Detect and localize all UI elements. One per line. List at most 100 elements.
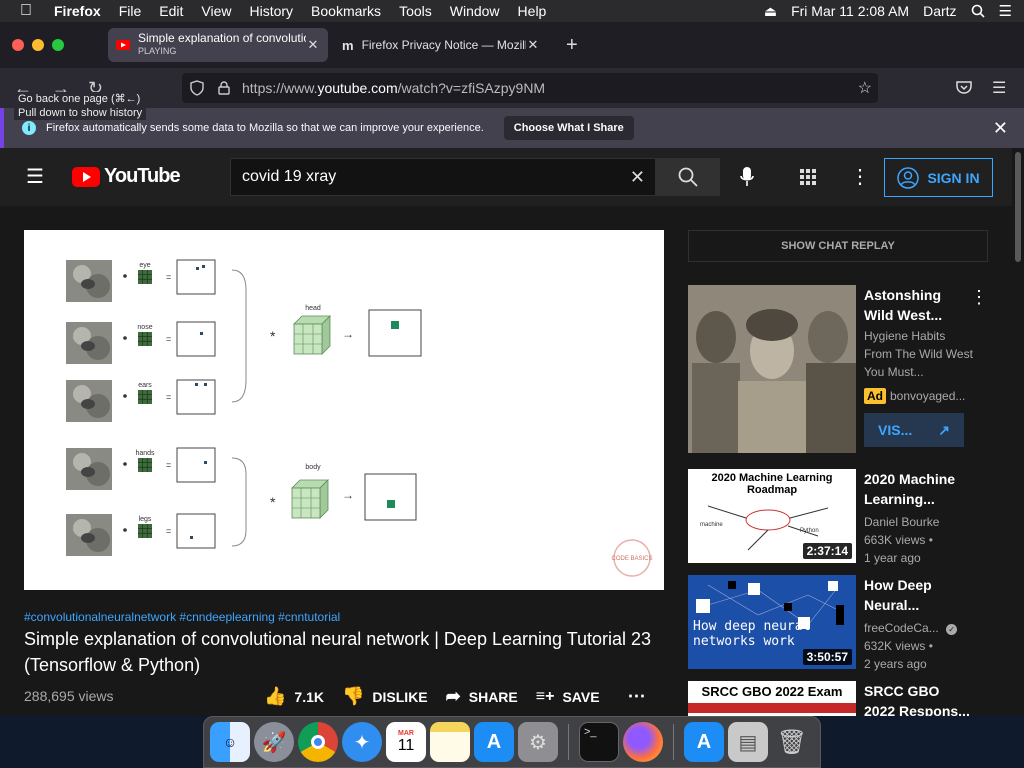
close-notification-icon[interactable]: ✕ <box>993 118 1008 139</box>
terminal-icon[interactable]: >_ <box>579 722 619 762</box>
rec-channel[interactable]: Daniel Bourke <box>864 513 974 531</box>
tab-youtube[interactable]: Simple explanation of convolutio PLAYING … <box>108 28 328 62</box>
search-input[interactable]: covid 19 xray ✕ <box>230 158 656 196</box>
equals-sign: = <box>166 460 171 470</box>
menu-edit[interactable]: Edit <box>159 3 183 19</box>
rec-thumbnail[interactable]: 2020 Machine Learning Roadmap machine Pyt… <box>688 469 856 563</box>
menubar-clock[interactable]: Fri Mar 11 2:08 AM <box>791 3 909 19</box>
apps-grid-icon[interactable] <box>800 169 816 185</box>
share-icon: ➦ <box>445 686 461 706</box>
search-query: covid 19 xray <box>242 168 337 185</box>
rec-more-icon[interactable]: ⋮ <box>970 287 988 308</box>
watermark-text: CODE BASICS <box>611 556 652 562</box>
trash-icon[interactable]: 🗑 <box>772 722 812 762</box>
visit-site-button[interactable]: VIS... ↗ <box>864 413 964 447</box>
svg-text:Python: Python <box>800 528 819 534</box>
recommendation-item[interactable]: 2020 Machine Learning Roadmap machine Pyt… <box>688 469 988 565</box>
close-tab-icon[interactable]: ✕ <box>526 37 540 53</box>
spotlight-search-icon[interactable] <box>971 4 985 18</box>
video-player[interactable]: eye = nose = ears = * head → hands = leg… <box>24 230 664 590</box>
zoom-window-button[interactable] <box>52 39 64 51</box>
eject-icon[interactable]: ⏏ <box>764 3 777 20</box>
tab-playing-status: PLAYING <box>138 46 177 56</box>
safari-icon[interactable]: ✦ <box>342 722 382 762</box>
menu-bookmarks[interactable]: Bookmarks <box>311 3 381 19</box>
minimize-window-button[interactable] <box>32 39 44 51</box>
choose-what-i-share-button[interactable]: Choose What I Share <box>503 116 634 140</box>
tab-bar: Simple explanation of convolutio PLAYING … <box>0 22 1024 68</box>
save-button[interactable]: ≡+ SAVE <box>536 688 600 706</box>
recommendation-item[interactable]: SRCC GBO 2022 Exam SRCC GBO 2022 Respons… <box>688 681 988 716</box>
control-center-icon[interactable]: ☰ <box>999 2 1012 20</box>
logo-text: YouTube <box>104 165 181 187</box>
search-button[interactable] <box>656 158 720 196</box>
tooltip-line: Pull down to show history <box>18 107 143 119</box>
rec-info: SRCC GBO 2022 Respons... <box>864 681 974 716</box>
app-store-icon[interactable]: A <box>474 722 514 762</box>
close-window-button[interactable] <box>12 39 24 51</box>
app-menu-icon[interactable]: ☰ <box>992 78 1006 98</box>
chrome-icon[interactable] <box>298 722 338 762</box>
clear-search-icon[interactable]: ✕ <box>630 167 645 188</box>
hamburger-menu-icon[interactable]: ☰ <box>26 164 44 189</box>
head-output-map <box>368 309 422 357</box>
lock-icon[interactable] <box>218 81 230 95</box>
menu-app-name[interactable]: Firefox <box>54 3 101 19</box>
youtube-logo[interactable]: YouTube <box>72 165 181 188</box>
dislike-button[interactable]: 👎 DISLIKE <box>342 686 428 707</box>
more-actions-icon[interactable]: ⋯ <box>628 686 646 707</box>
rec-thumbnail[interactable]: How deep neural networks work 3:50:57 <box>688 575 856 669</box>
rec-age: 1 year ago <box>864 551 921 565</box>
menu-window[interactable]: Window <box>450 3 500 19</box>
body-activation <box>387 500 395 508</box>
share-button[interactable]: ➦ SHARE <box>446 686 518 707</box>
bookmark-star-icon[interactable]: ☆ <box>858 78 872 98</box>
menubar-user[interactable]: Dartz <box>923 3 956 19</box>
rec-title[interactable]: SRCC GBO 2022 Respons... <box>864 681 974 716</box>
rec-thumbnail[interactable]: SRCC GBO 2022 Exam <box>688 681 856 716</box>
rec-title[interactable]: How Deep Neural... <box>864 575 974 615</box>
notes-icon[interactable] <box>430 722 470 762</box>
notification-bar: i Firefox automatically sends some data … <box>0 108 1024 148</box>
more-options-icon[interactable]: ⋮ <box>850 164 870 189</box>
thumbs-down-icon: 👎 <box>342 686 365 706</box>
dock: ☺ 🚀 ✦ MAR 11 A ⚙ >_ A ▤ 🗑 <box>203 716 821 768</box>
tab-privacy-notice[interactable]: m Firefox Privacy Notice — Mozilla ✕ <box>334 28 548 62</box>
microphone-icon[interactable] <box>740 166 754 188</box>
menu-tools[interactable]: Tools <box>399 3 432 19</box>
page-scrollbar[interactable] <box>1012 148 1024 716</box>
new-tab-button[interactable]: + <box>566 34 578 57</box>
system-preferences-icon[interactable]: ⚙ <box>518 722 558 762</box>
app-store-icon[interactable]: A <box>684 722 724 762</box>
pocket-icon[interactable] <box>956 80 972 94</box>
info-icon: i <box>22 121 36 135</box>
recommendation-item[interactable]: How deep neural networks work 3:50:57 Ho… <box>688 575 988 671</box>
close-tab-icon[interactable]: ✕ <box>306 37 320 53</box>
finder-icon[interactable]: ☺ <box>210 722 250 762</box>
like-button[interactable]: 👍 7.1K <box>264 686 324 707</box>
show-chat-replay-button[interactable]: SHOW CHAT REPLAY <box>688 230 988 262</box>
rec-channel[interactable]: freeCodeCa... <box>864 621 939 635</box>
calendar-icon[interactable]: MAR 11 <box>386 722 426 762</box>
preview-icon[interactable]: ▤ <box>728 722 768 762</box>
rec-title[interactable]: Astonshing Wild West... <box>864 285 974 325</box>
menu-view[interactable]: View <box>201 3 231 19</box>
video-hashtags[interactable]: #convolutionalneuralnetwork #cnndeeplear… <box>24 610 340 624</box>
back-button-tooltip: Go back one page (⌘←) Pull down to show … <box>14 92 147 120</box>
firefox-icon[interactable] <box>623 722 663 762</box>
apple-icon[interactable]:  <box>20 2 36 20</box>
multiply-sign: * <box>270 494 276 510</box>
menu-history[interactable]: History <box>249 3 293 19</box>
group-label-head: head <box>305 305 321 312</box>
launchpad-icon[interactable]: 🚀 <box>254 722 294 762</box>
shield-icon[interactable] <box>190 80 204 96</box>
scrollbar-thumb[interactable] <box>1015 152 1021 262</box>
ad-thumbnail[interactable] <box>688 285 856 453</box>
rec-title[interactable]: 2020 Machine Learning... <box>864 469 974 509</box>
menu-help[interactable]: Help <box>518 3 547 19</box>
url-bar[interactable]: https://www.youtube.com/watch?v=zfiSAzpy… <box>182 73 878 103</box>
menu-file[interactable]: File <box>119 3 142 19</box>
mozilla-favicon-icon: m <box>342 37 354 53</box>
recommendation-ad[interactable]: Astonshing Wild West... Hygiene Habits F… <box>688 285 988 461</box>
sign-in-button[interactable]: SIGN IN <box>884 158 993 197</box>
